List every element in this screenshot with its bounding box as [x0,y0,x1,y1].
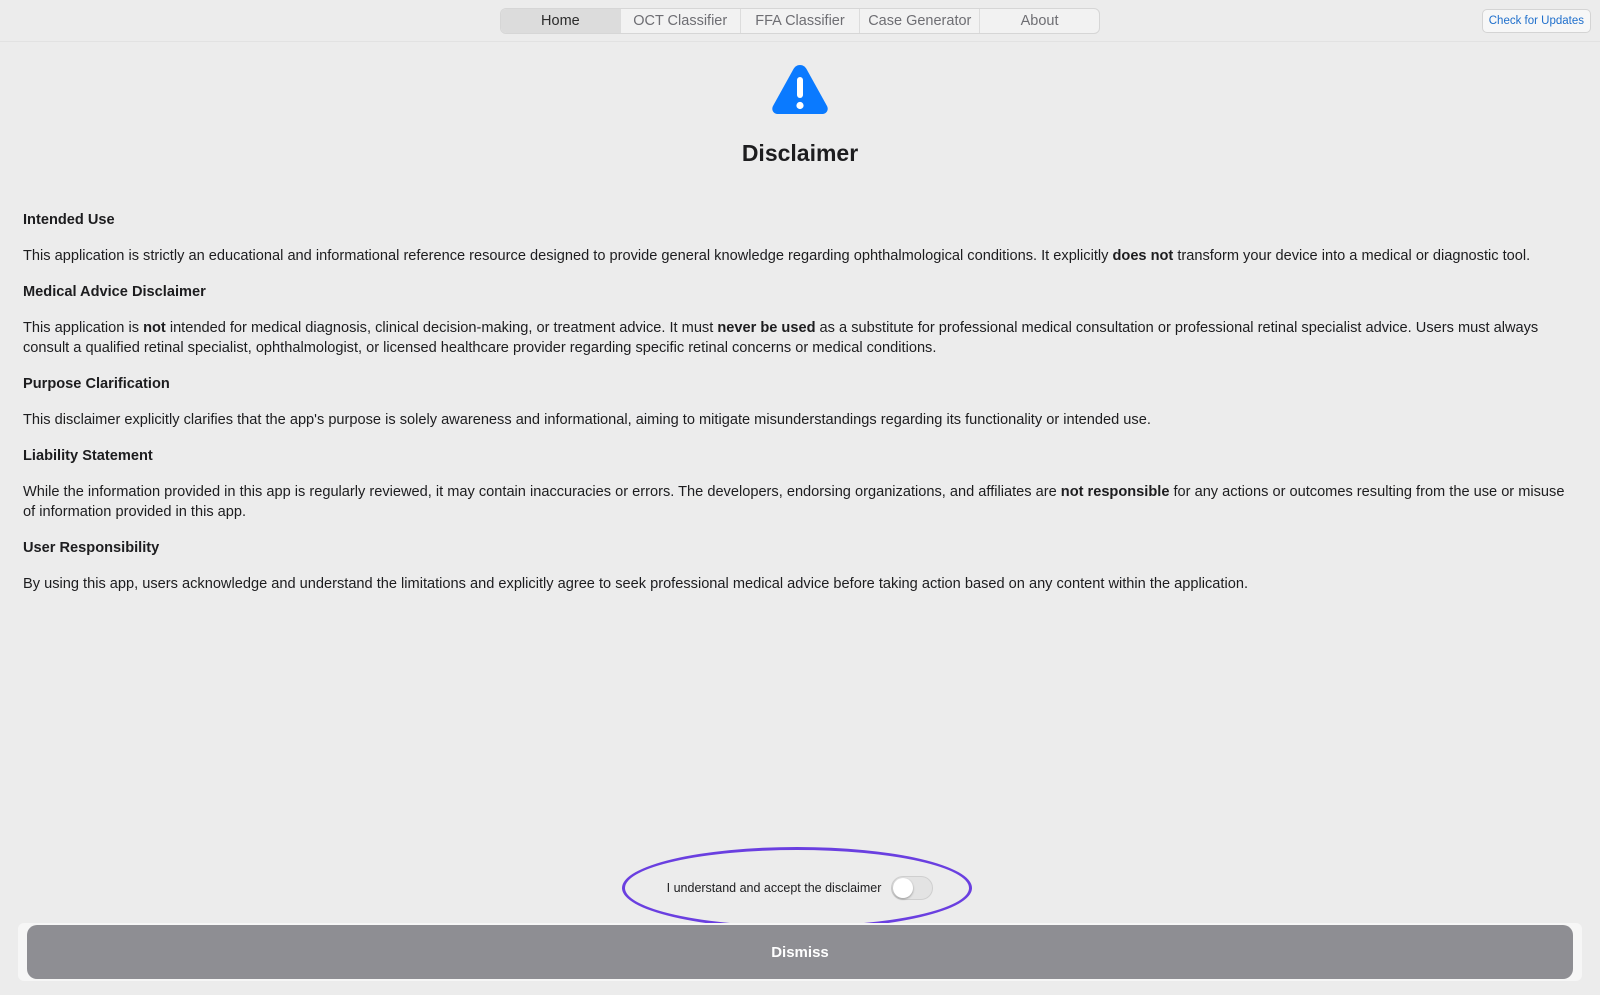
emphasized-text: never be used [717,320,816,336]
section-paragraph: This application is strictly an educatio… [23,246,1578,266]
paragraph-text: While the information provided in this a… [23,484,1061,500]
section-purpose: Purpose Clarification This disclaimer ex… [23,374,1578,430]
section-heading: User Responsibility [23,540,160,556]
dismiss-button[interactable]: Dismiss [27,925,1573,979]
paragraph-text: This application is [23,320,144,336]
section-medical-advice: Medical Advice Disclaimer This applicati… [23,282,1578,358]
section-heading: Liability Statement [23,448,153,464]
section-paragraph: This disclaimer explicitly clarifies tha… [23,410,1578,430]
section-heading: Purpose Clarification [23,376,170,392]
paragraph-text: This application is strictly an educatio… [23,248,1113,264]
section-user-responsibility: User Responsibility By using this app, u… [23,538,1578,594]
paragraph-text: By using this app, users acknowledge and… [23,576,1248,592]
top-toolbar: Home OCT Classifier FFA Classifier Case … [0,0,1600,42]
section-intended-use: Intended Use This application is strictl… [23,210,1578,266]
section-heading: Medical Advice Disclaimer [23,284,206,300]
emphasized-text: does not [1112,248,1174,264]
emphasized-text: not responsible [1060,484,1170,500]
tab-home[interactable]: Home [501,9,621,33]
main-tab-bar: Home OCT Classifier FFA Classifier Case … [500,8,1100,34]
paragraph-text: transform your device into a medical or … [1173,248,1531,264]
tab-case-generator[interactable]: Case Generator [860,9,981,33]
paragraph-text: This disclaimer explicitly clarifies tha… [23,412,1151,428]
section-liability: Liability Statement While the informatio… [23,446,1578,522]
page-title: Disclaimer [741,140,859,166]
tab-about[interactable]: About [980,9,1099,33]
check-for-updates-button[interactable]: Check for Updates [1481,9,1591,33]
dismiss-button-container: Dismiss [18,923,1582,981]
paragraph-text: intended for medical diagnosis, clinical… [165,320,718,336]
tab-ffa-classifier[interactable]: FFA Classifier [741,9,861,33]
section-heading: Intended Use [23,212,115,228]
tab-oct-classifier[interactable]: OCT Classifier [621,9,741,33]
warning-triangle-icon [772,65,828,114]
section-paragraph: By using this app, users acknowledge and… [23,574,1578,594]
accept-disclaimer-label: I understand and accept the disclaimer [666,881,882,895]
section-paragraph: While the information provided in this a… [23,482,1578,522]
accept-disclaimer-row: I understand and accept the disclaimer [0,876,1600,900]
disclaimer-content: Intended Use This application is strictl… [23,210,1578,610]
accept-disclaimer-toggle[interactable] [891,876,934,900]
emphasized-text: not [143,320,166,336]
section-paragraph: This application is not intended for med… [23,318,1578,358]
toggle-knob [893,878,914,898]
